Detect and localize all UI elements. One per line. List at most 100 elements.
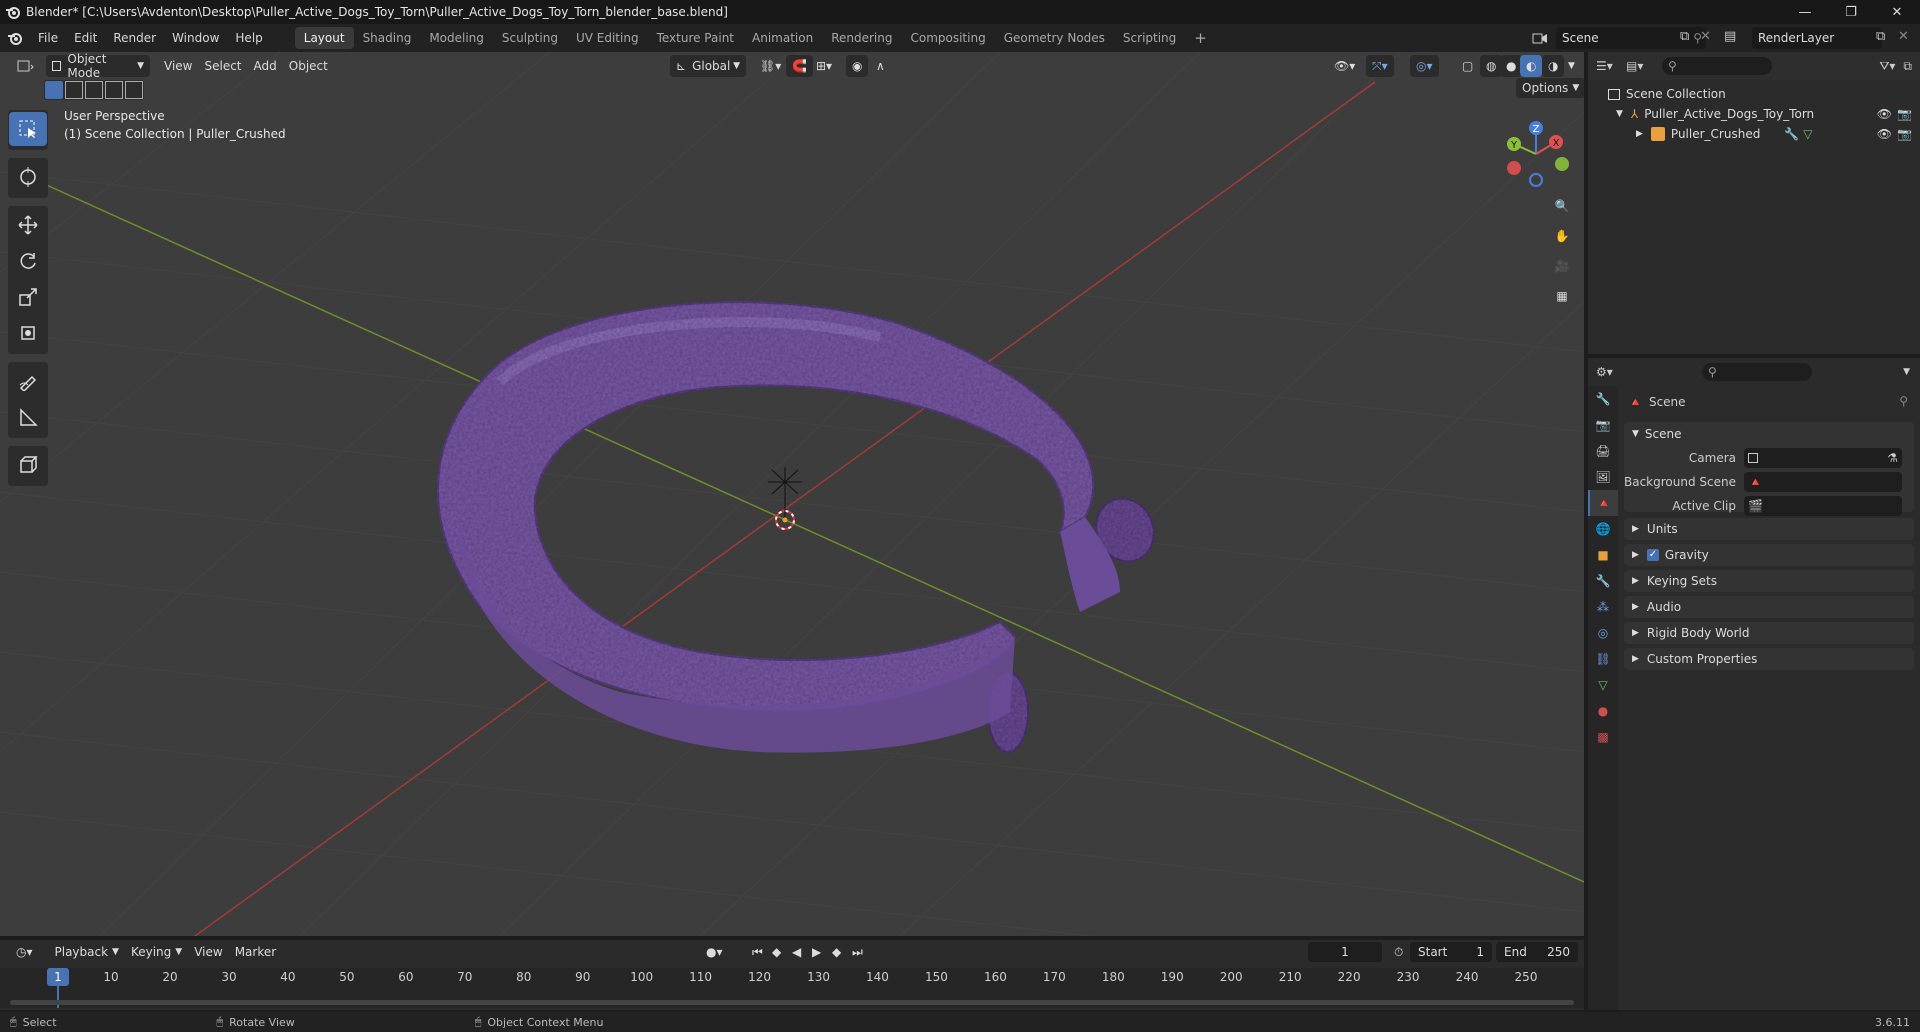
object-mode-dropdown[interactable]: Object Mode ▼ <box>46 52 150 80</box>
camera-view-icon[interactable]: 🎥 <box>1548 252 1576 280</box>
audio-panel[interactable]: ▶ Audio <box>1624 596 1914 618</box>
end-frame-field[interactable]: End 250 <box>1496 942 1578 962</box>
timeline-scrollbar[interactable] <box>10 1000 1574 1005</box>
play-reverse-icon[interactable]: ◀ <box>786 941 807 963</box>
xray-toggle-icon[interactable]: ▢ <box>1456 55 1479 77</box>
menu-render[interactable]: Render <box>105 27 164 49</box>
display-mode-icon[interactable]: ▤▾ <box>1626 59 1656 73</box>
modifier-wrench-icon[interactable]: 🔧 <box>1784 127 1799 141</box>
menu-edit[interactable]: Edit <box>66 27 105 49</box>
navigation-gizmo[interactable]: Z Y X <box>1496 114 1576 194</box>
current-frame-field[interactable]: 1 <box>1308 942 1382 962</box>
blender-menu-icon[interactable] <box>0 30 30 46</box>
camera-field[interactable]: ⚗ <box>1744 448 1902 468</box>
new-scene-icon[interactable]: ⧉ <box>1680 29 1698 47</box>
add-cube-tool-icon[interactable] <box>9 448 47 482</box>
outliner-search-input[interactable]: ⚲ <box>1662 57 1772 75</box>
tab-texture-paint[interactable]: Texture Paint <box>648 27 743 49</box>
output-tab-icon[interactable]: 🖨 <box>1588 438 1618 464</box>
viewport-menu-select[interactable]: Select <box>198 55 247 77</box>
particles-tab-icon[interactable]: ⁂ <box>1588 594 1618 620</box>
material-tab-icon[interactable]: ● <box>1588 698 1618 724</box>
shading-material-icon[interactable]: ◐ <box>1520 55 1543 77</box>
viewport-scene[interactable] <box>0 52 1584 936</box>
view-layer-selector[interactable]: RenderLayer <box>1752 27 1882 49</box>
tab-layout[interactable]: Layout <box>294 27 354 49</box>
measure-tool-icon[interactable] <box>9 400 47 434</box>
outliner-editor-type-icon[interactable]: ☰▾ <box>1596 59 1626 73</box>
world-tab-icon[interactable]: 🌐 <box>1588 516 1618 542</box>
viewport-menu-view[interactable]: View <box>158 55 198 77</box>
select-intersect-icon[interactable] <box>125 81 143 99</box>
select-extend-icon[interactable] <box>65 81 83 99</box>
options-dropdown[interactable]: Options ▼ <box>1516 78 1584 98</box>
tab-geometry-nodes[interactable]: Geometry Nodes <box>995 27 1114 49</box>
3d-viewport[interactable]: Object Mode ▼ View Select Add Object ⊾ G… <box>0 52 1584 936</box>
viewport-menu-object[interactable]: Object <box>283 55 334 77</box>
annotate-tool-icon[interactable] <box>9 364 47 398</box>
timeline-menu-marker[interactable]: Marker <box>229 941 282 963</box>
rotate-tool-icon[interactable] <box>9 244 47 278</box>
gravity-checkbox[interactable]: ✓ <box>1646 549 1659 561</box>
menu-help[interactable]: Help <box>227 27 270 49</box>
eye-icon[interactable]: 👁 <box>1877 127 1892 141</box>
keying-sets-panel[interactable]: ▶ Keying Sets <box>1624 570 1914 592</box>
gizmo-toggle-icon[interactable]: ⤧▾ <box>1366 55 1394 77</box>
tab-shading[interactable]: Shading <box>354 27 421 49</box>
select-box-tool-icon[interactable] <box>9 112 47 146</box>
timeline-menu-playback[interactable]: Playback ▼ <box>49 941 125 963</box>
auto-keying-icon[interactable]: ●▾ <box>700 941 729 963</box>
zoom-icon[interactable]: 🔍 <box>1548 192 1576 220</box>
physics-tab-icon[interactable]: ◎ <box>1588 620 1618 646</box>
select-new-icon[interactable] <box>45 81 63 99</box>
tab-modeling[interactable]: Modeling <box>420 27 493 49</box>
tab-animation[interactable]: Animation <box>743 27 822 49</box>
pivot-point-icon[interactable]: ⛓▾ <box>754 55 787 77</box>
editor-type-icon[interactable] <box>10 55 40 77</box>
object-tab-icon[interactable]: ■ <box>1588 542 1618 568</box>
scene-panel-header[interactable]: ▼ Scene <box>1624 422 1914 446</box>
minimize-button[interactable]: — <box>1782 0 1828 24</box>
properties-search-input[interactable]: ⚲ <box>1702 363 1812 381</box>
timeline-ruler[interactable]: 1 10 20 30 40 50 60 70 80 90 100 110 120 130 140 150 160… <box>0 968 1584 1008</box>
new-collection-icon[interactable]: ⧉ <box>1903 59 1912 74</box>
background-scene-field[interactable]: 🔺 <box>1744 472 1902 492</box>
next-keyframe-icon[interactable]: ◆ <box>826 941 847 963</box>
timeline-menu-view[interactable]: View <box>188 941 228 963</box>
camera-render-icon[interactable]: 📷 <box>1897 107 1912 121</box>
stopwatch-icon[interactable]: ⏱ <box>1388 941 1409 963</box>
properties-editor-type-icon[interactable]: ⚙▾ <box>1596 365 1626 379</box>
expand-arrow-icon[interactable]: ▼ <box>1616 109 1623 119</box>
outliner-item-collection[interactable]: ▼ ⅄ Puller_Active_Dogs_Toy_Torn 👁 📷 <box>1588 104 1920 124</box>
eye-icon[interactable]: 👁 <box>1877 107 1892 121</box>
eyedropper-icon[interactable]: ⚗ <box>1887 451 1898 465</box>
menu-window[interactable]: Window <box>164 27 227 49</box>
render-tab-icon[interactable]: 📷 <box>1588 412 1618 438</box>
select-invert-icon[interactable] <box>105 81 123 99</box>
delete-view-layer-icon[interactable]: ✕ <box>1898 29 1916 47</box>
snap-toggle-icon[interactable]: 🧲 <box>786 55 813 77</box>
play-icon[interactable]: ▶ <box>806 941 827 963</box>
jump-to-keyframe-icon[interactable]: ◆ <box>766 941 787 963</box>
tab-rendering[interactable]: Rendering <box>822 27 901 49</box>
units-panel[interactable]: ▶ Units <box>1624 518 1914 540</box>
transform-tool-icon[interactable] <box>9 316 47 350</box>
view-layer-tab-icon[interactable]: 🖼 <box>1588 464 1618 490</box>
new-view-layer-icon[interactable]: ⧉ <box>1876 29 1894 47</box>
pan-hand-icon[interactable]: ✋ <box>1548 222 1576 250</box>
add-workspace-button[interactable]: + <box>1185 27 1216 49</box>
expand-arrow-icon[interactable]: ▶ <box>1636 129 1643 139</box>
camera-render-icon[interactable]: 📷 <box>1897 127 1912 141</box>
rigid-body-world-panel[interactable]: ▶ Rigid Body World <box>1624 622 1914 644</box>
tab-scripting[interactable]: Scripting <box>1114 27 1185 49</box>
proportional-falloff-icon[interactable]: ∧ <box>870 55 891 77</box>
delete-scene-icon[interactable]: ✕ <box>1700 29 1718 47</box>
custom-properties-panel[interactable]: ▶ Custom Properties <box>1624 648 1914 670</box>
visibility-selectability-icon[interactable]: 👁▾ <box>1328 55 1361 77</box>
perspective-toggle-icon[interactable]: ▦ <box>1548 282 1576 310</box>
gravity-panel[interactable]: ▶ ✓ Gravity <box>1624 544 1914 566</box>
data-tab-icon[interactable]: ▽ <box>1588 672 1618 698</box>
menu-file[interactable]: File <box>30 27 66 49</box>
scale-tool-icon[interactable] <box>9 280 47 314</box>
chevron-down-icon[interactable]: ▼ <box>1903 367 1910 377</box>
